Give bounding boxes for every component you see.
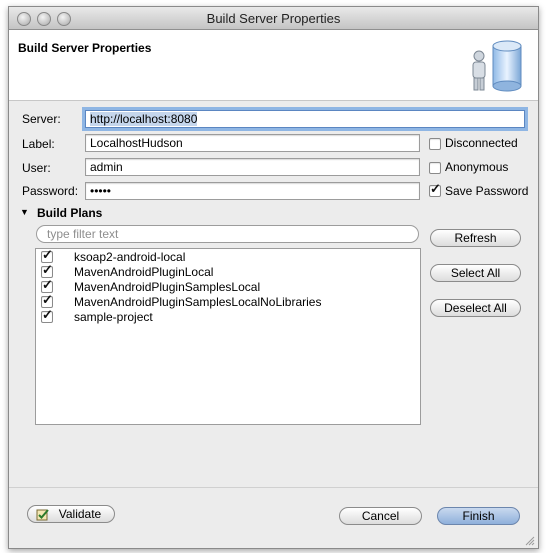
refresh-button[interactable]: Refresh — [430, 229, 521, 247]
dialog-footer: Validate Cancel Finish — [9, 487, 538, 548]
resize-grip-icon[interactable] — [525, 536, 535, 546]
dialog-window: Build Server Properties Build Server Pro… — [8, 6, 539, 549]
build-plans-list[interactable]: ✓ ksoap2-android-local ✓ MavenAndroidPlu… — [35, 248, 421, 425]
save-password-checkbox[interactable]: ✓ — [429, 181, 441, 197]
checkmark-icon: ✓ — [430, 181, 441, 196]
save-password-label: Save Password — [445, 184, 529, 198]
checkmark-icon: ✓ — [42, 262, 53, 277]
password-label: Password: — [22, 184, 79, 198]
label-label: Label: — [22, 137, 55, 151]
window-title: Build Server Properties — [206, 11, 341, 26]
deselect-all-button[interactable]: Deselect All — [430, 299, 521, 317]
list-item[interactable]: ✓ MavenAndroidPluginLocal — [36, 262, 416, 280]
disconnected-checkbox[interactable] — [429, 138, 441, 150]
validate-label: Validate — [58, 507, 102, 521]
server-url-value: http://localhost:8080 — [90, 112, 198, 126]
plan-name: MavenAndroidPluginLocal — [74, 265, 214, 279]
anonymous-checkbox[interactable] — [429, 162, 441, 174]
checkmark-icon: ✓ — [42, 277, 53, 292]
list-item[interactable]: ✓ MavenAndroidPluginSamplesLocalNoLibrar… — [36, 292, 416, 310]
server-url-field[interactable]: http://localhost:8080 — [85, 110, 525, 128]
disclosure-triangle-icon[interactable]: ▼ — [20, 207, 29, 217]
user-field[interactable]: admin — [85, 158, 420, 176]
checkmark-icon: ✓ — [42, 292, 53, 307]
checkmark-icon: ✓ — [42, 307, 53, 322]
validate-icon — [36, 509, 49, 521]
page-title: Build Server Properties — [18, 41, 152, 55]
validate-button[interactable]: Validate — [27, 505, 115, 523]
plan-name: ksoap2-android-local — [74, 250, 186, 264]
plan-name: MavenAndroidPluginSamplesLocalNoLibrarie… — [74, 295, 322, 309]
checkmark-icon: ✓ — [42, 247, 53, 262]
list-item[interactable]: ✓ ksoap2-android-local — [36, 247, 416, 265]
disconnected-label: Disconnected — [445, 136, 518, 150]
plan-name: sample-project — [74, 310, 153, 324]
filter-input[interactable]: type filter text — [36, 225, 419, 243]
anonymous-label: Anonymous — [445, 160, 509, 174]
server-database-icon — [472, 40, 522, 92]
list-item[interactable]: ✓ sample-project — [36, 307, 416, 325]
finish-button[interactable]: Finish — [437, 507, 520, 525]
plan-name: MavenAndroidPluginSamplesLocal — [74, 280, 261, 294]
user-label: User: — [22, 161, 51, 175]
cancel-button[interactable]: Cancel — [339, 507, 422, 525]
label-field[interactable]: LocalhostHudson — [85, 134, 420, 152]
build-plans-section-label: Build Plans — [37, 206, 103, 220]
plan-checkbox[interactable]: ✓ — [41, 307, 53, 323]
password-field[interactable]: ••••• — [85, 182, 420, 200]
select-all-button[interactable]: Select All — [430, 264, 521, 282]
list-item[interactable]: ✓ MavenAndroidPluginSamplesLocal — [36, 277, 416, 295]
server-label: Server: — [22, 112, 61, 126]
title-bar: Build Server Properties — [9, 7, 538, 30]
dialog-header: Build Server Properties — [9, 30, 538, 101]
